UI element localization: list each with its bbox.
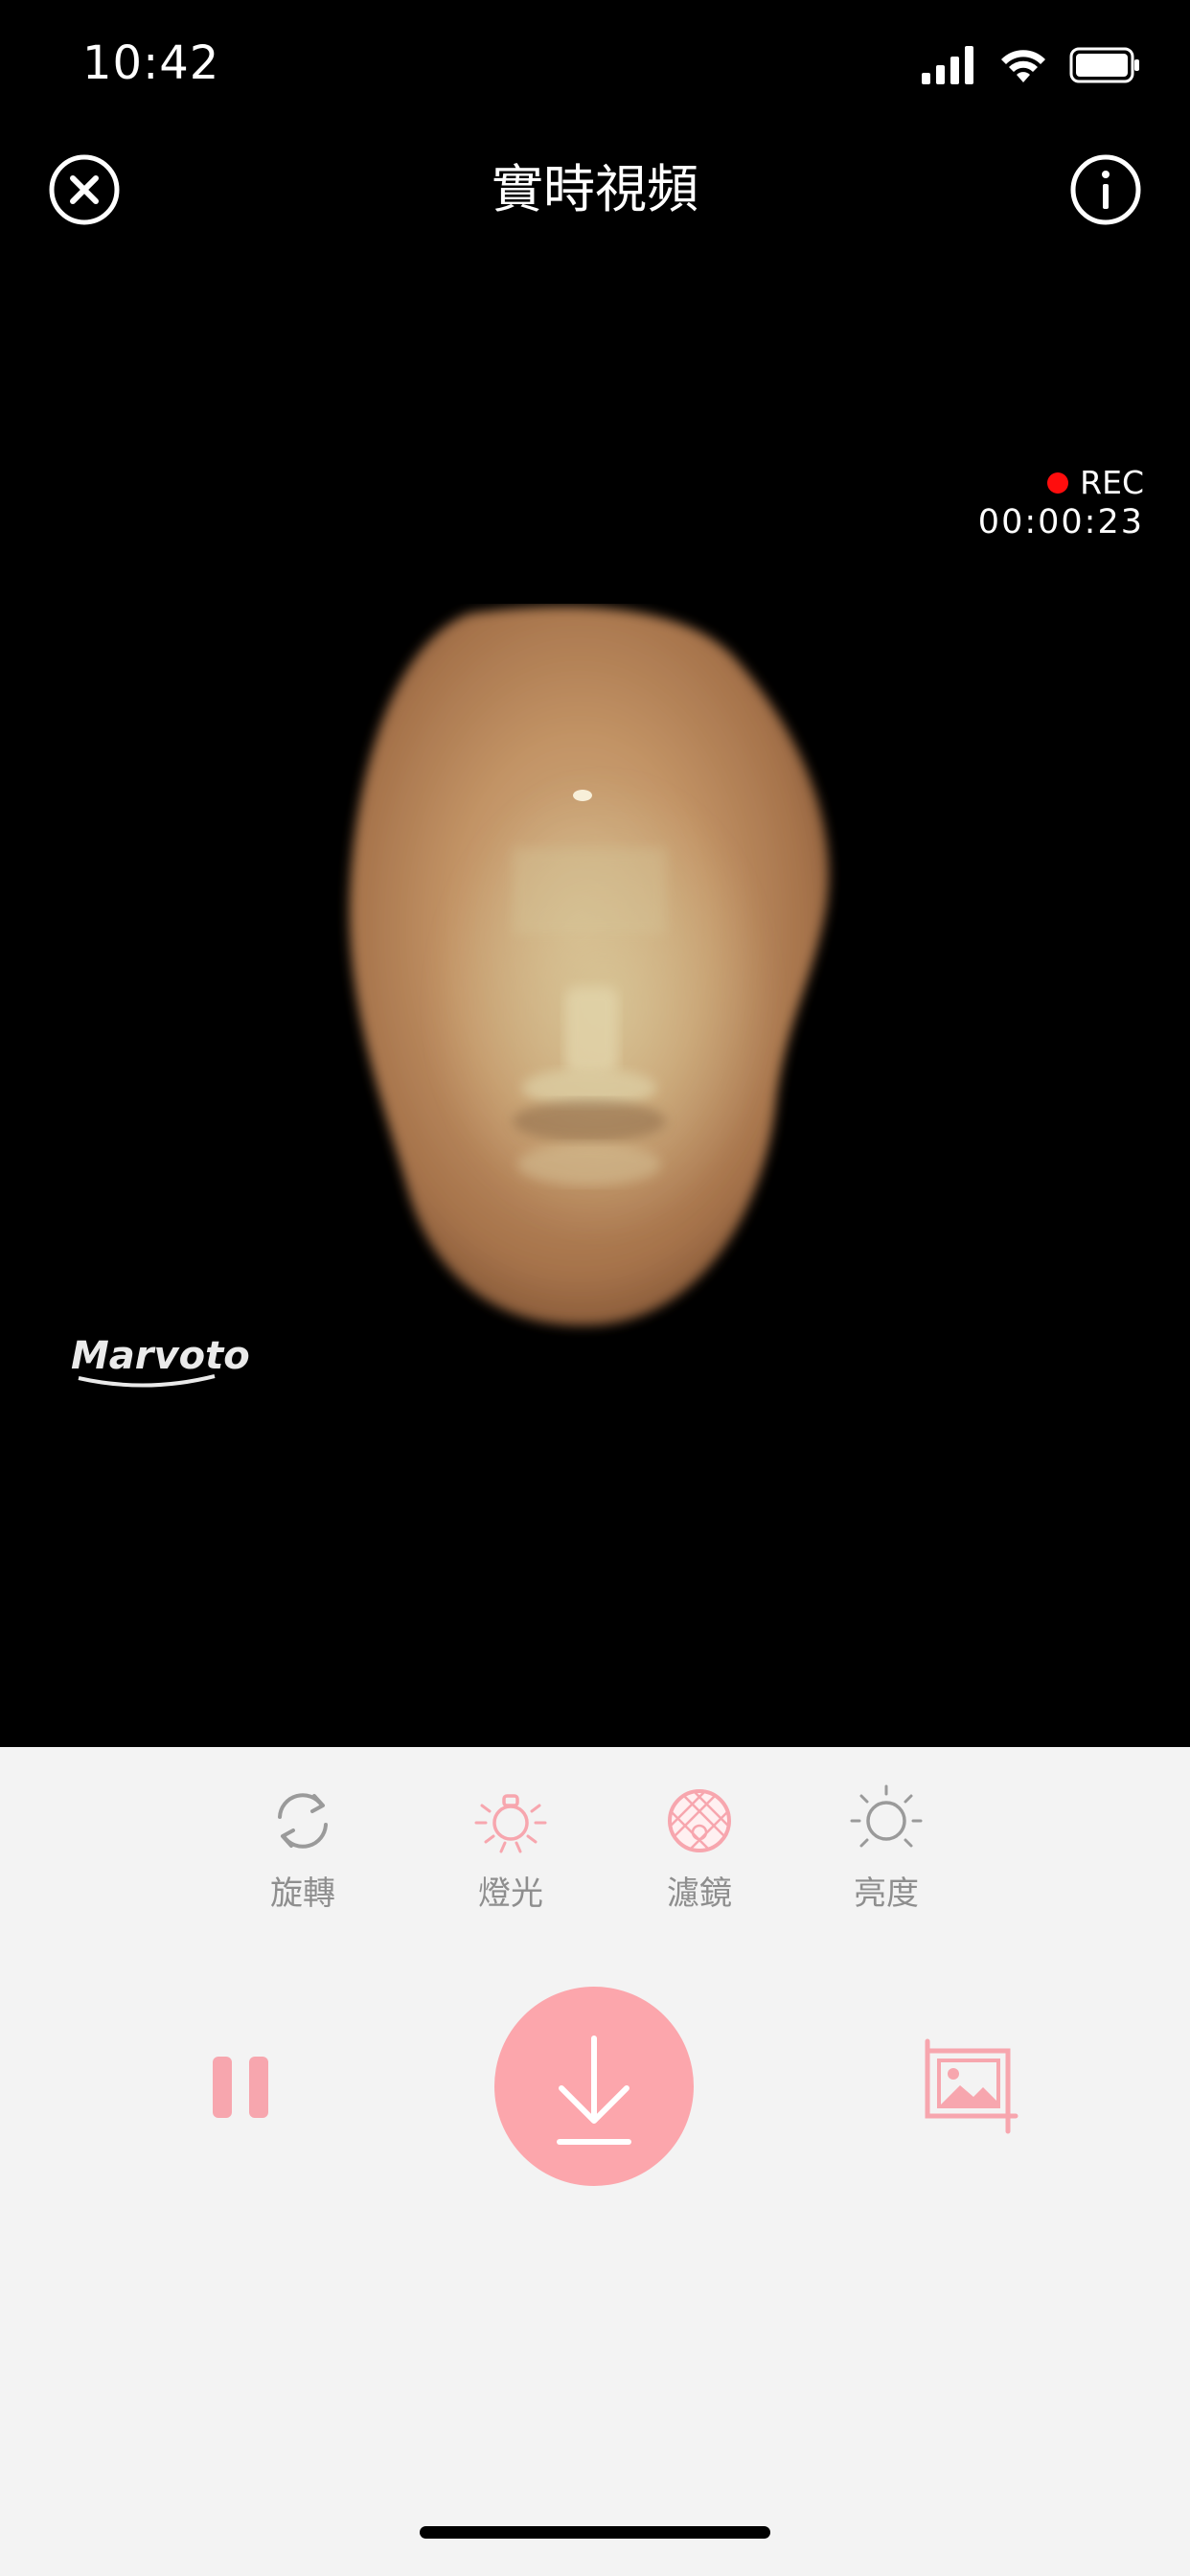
wifi-icon [1001,50,1045,82]
tool-filter-label: 濾鏡 [667,1874,732,1913]
action-row [0,1984,1190,2186]
home-indicator[interactable] [420,2526,770,2539]
tool-filter[interactable]: 濾鏡 [632,1782,767,1914]
tool-brightness[interactable]: 亮度 [819,1782,953,1914]
rec-dot-icon [1047,472,1069,494]
battery-icon [1069,47,1139,83]
recording-timer: 00:00:23 [977,503,1144,541]
crop-image-button[interactable] [920,2032,1025,2137]
title-bar: 實時視頻 [0,134,1190,244]
watermark-swoosh [78,1374,216,1388]
pause-icon [213,2057,232,2118]
tool-row: 旋轉 燈光 濾鏡 亮度 [0,1782,1190,1926]
status-time: 10:42 [82,36,220,90]
tool-light[interactable]: 燈光 [444,1782,578,1914]
status-icons [922,44,1140,86]
tool-light-label: 燈光 [478,1874,543,1913]
ultrasound-image [326,604,901,1351]
download-icon [557,2036,631,2145]
filter-icon [668,1789,731,1852]
pause-button[interactable] [203,2049,276,2122]
brightness-icon [850,1784,923,1848]
video-area: 10:42 實時視頻 REC 00:00:23 Marvoto [0,0,1190,1747]
recording-indicator: REC 00:00:23 [978,464,1144,542]
info-circle-icon [1070,154,1141,225]
rec-label: REC [1080,464,1144,501]
fetal-face-render [349,606,830,1326]
crop-image-icon [925,2038,1018,2134]
rotate-icon [278,1793,328,1849]
light-bulb-icon [474,1794,547,1853]
live-video-screen: 10:42 實時視頻 REC 00:00:23 Marvoto 旋轉 燈光 濾鏡… [0,0,1190,2576]
page-title: 實時視頻 [492,159,698,219]
tool-brightness-label: 亮度 [854,1874,919,1913]
info-button[interactable] [1069,153,1142,226]
download-button[interactable] [494,1987,694,2186]
tool-rotate-label: 旋轉 [270,1874,335,1913]
cellular-signal-icon [922,46,973,84]
tool-rotate[interactable]: 旋轉 [236,1782,370,1914]
status-bar: 10:42 [0,0,1190,134]
